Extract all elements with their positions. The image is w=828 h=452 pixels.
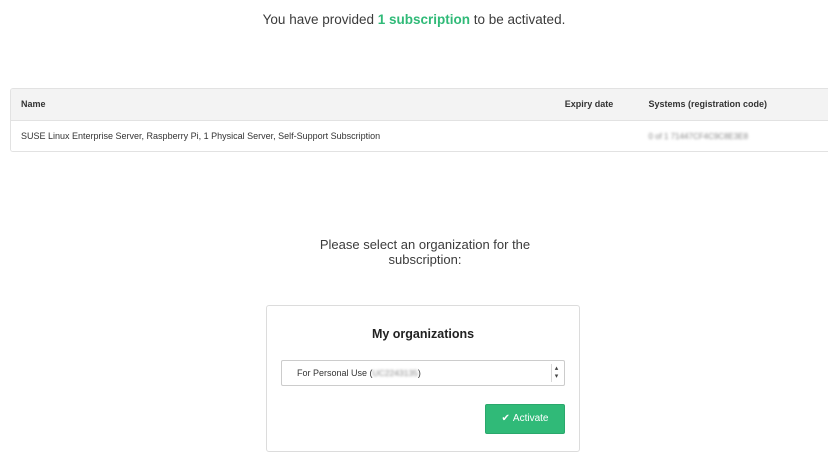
column-header-systems: Systems (registration code): [638, 89, 828, 121]
registration-code: 0 of 1 71447CF4C9C8E3E8: [648, 131, 749, 141]
table-header-row: Name Expiry date Systems (registration c…: [11, 89, 828, 121]
prompt-line-2: subscription:: [388, 252, 462, 267]
activate-button[interactable]: ✔ Activate: [485, 404, 565, 434]
organization-select[interactable]: For Personal Use (UC2243135) ▴ ▾: [281, 360, 565, 386]
table-row: SUSE Linux Enterprise Server, Raspberry …: [11, 120, 828, 151]
column-header-name: Name: [11, 89, 555, 121]
activate-label: Activate: [512, 413, 549, 424]
selected-org-code: UC2243135: [372, 368, 418, 378]
subscription-systems: 0 of 1 71447CF4C9C8E3E8: [638, 120, 828, 151]
intro-prefix: You have provided: [262, 12, 378, 27]
organizations-title: My organizations: [371, 327, 475, 341]
selected-org-prefix: For Personal Use (: [297, 368, 373, 378]
activation-intro: You have provided 1 subscription to be a…: [0, 12, 828, 27]
column-header-expiry: Expiry date: [554, 89, 639, 121]
check-icon: ✔: [501, 413, 510, 424]
subscription-expiry: [555, 120, 639, 151]
subscription-count: 1 subscription: [377, 12, 471, 27]
organizations-panel: My organizations For Personal Use (UC224…: [266, 305, 580, 452]
updown-arrow-icon[interactable]: ▴ ▾: [551, 364, 561, 382]
subscriptions-table: Name Expiry date Systems (registration c…: [10, 88, 828, 152]
organization-prompt: Please select an organization for the su…: [0, 237, 828, 267]
subscription-name: SUSE Linux Enterprise Server, Raspberry …: [21, 130, 381, 141]
intro-suffix: to be activated.: [470, 12, 566, 27]
organization-select-value: For Personal Use (UC2243135): [297, 368, 421, 378]
prompt-line-1: Please select an organization for the: [319, 237, 531, 252]
selected-org-suffix: ): [417, 368, 421, 378]
